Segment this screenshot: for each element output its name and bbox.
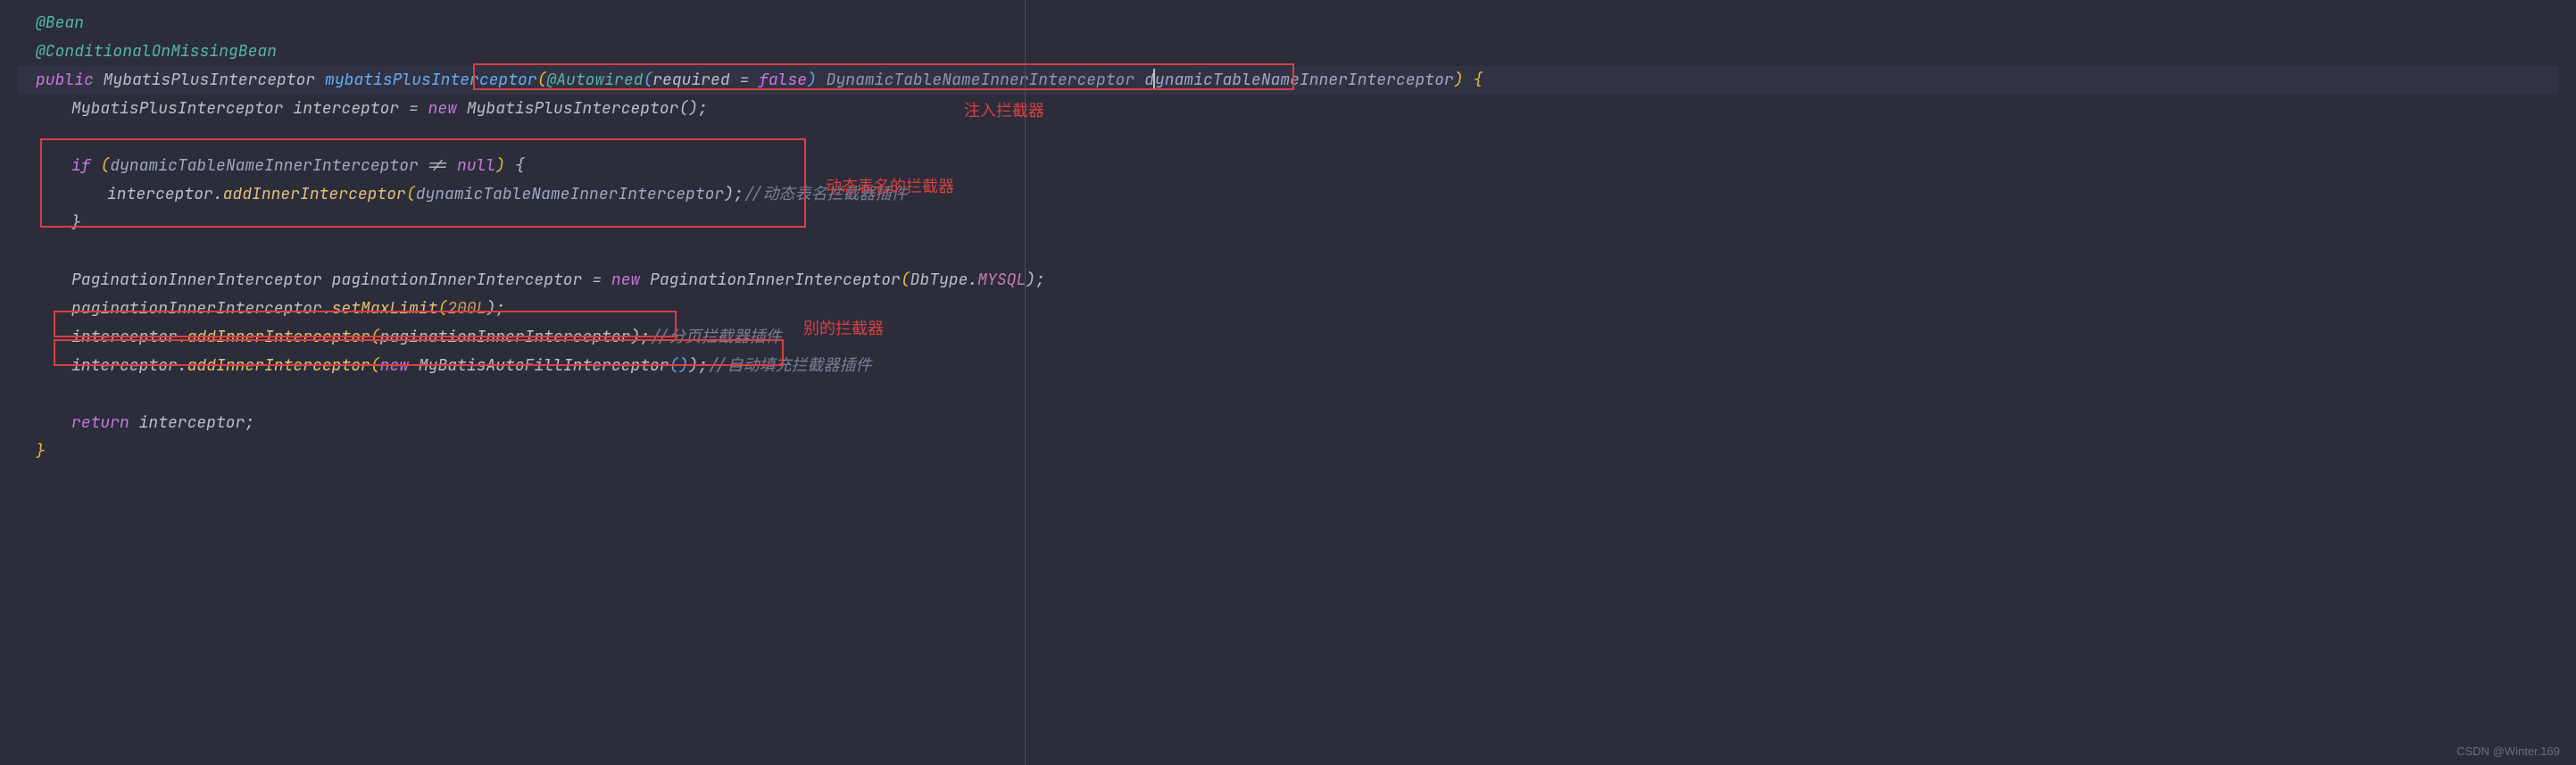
code-line: interceptor.addInnerInterceptor(paginati… — [18, 323, 2558, 352]
blank-line — [18, 237, 2558, 266]
code-editor[interactable]: @Bean @ConditionalOnMissingBean public M… — [18, 9, 2558, 466]
annotation-label-dynamic: 动态表名的拦截器 — [826, 174, 954, 197]
code-line: interceptor.addInnerInterceptor(dynamicT… — [18, 180, 2558, 209]
code-line: paginationInnerInterceptor.setMaxLimit(2… — [18, 295, 2558, 323]
annotation-label-other: 别的拦截器 — [803, 316, 884, 339]
code-line-highlighted: public MybatisPlusInterceptor mybatisPlu… — [18, 66, 2558, 95]
code-line: interceptor.addInnerInterceptor(new MyBa… — [18, 352, 2558, 380]
annotation-bean: @Bean — [36, 12, 84, 33]
code-line: @Bean — [18, 9, 2558, 37]
code-line: } — [18, 209, 2558, 237]
annotation-conditional: @ConditionalOnMissingBean — [36, 41, 277, 62]
annotation-label-inject: 注入拦截器 — [964, 98, 1044, 121]
watermark: CSDN @Winter.169 — [2456, 744, 2560, 758]
code-line: return interceptor; — [18, 409, 2558, 437]
cursor-position: dynamicTableNameInnerInterceptor — [1144, 70, 1454, 90]
code-line: MybatisPlusInterceptor interceptor = new… — [18, 95, 2558, 123]
code-line: PaginationInnerInterceptor paginationInn… — [18, 266, 2558, 295]
code-line: if (dynamicTableNameInnerInterceptor != … — [18, 152, 2558, 180]
code-line: } — [18, 437, 2558, 466]
blank-line — [18, 380, 2558, 409]
code-line: @ConditionalOnMissingBean — [18, 37, 2558, 66]
blank-line — [18, 123, 2558, 152]
